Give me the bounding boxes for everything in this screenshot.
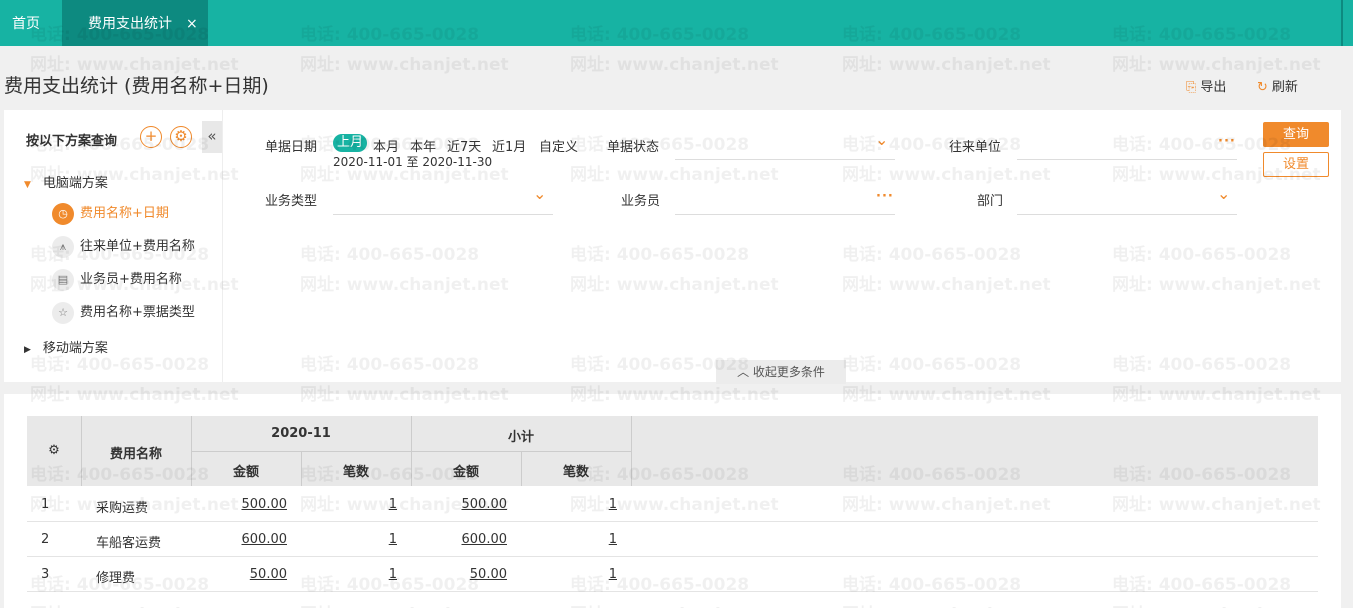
- col-group-subtotal: 小计: [507, 430, 534, 445]
- col-group-month: 2020-11: [271, 426, 331, 441]
- partner-label: 往来单位: [949, 140, 1002, 155]
- dept-label: 部门: [977, 194, 1004, 209]
- count-link[interactable]: 1: [311, 497, 397, 512]
- watermark-site: 网址: www.chanjet.net: [300, 55, 509, 75]
- scheme-item-salesman-name[interactable]: ▤ 业务员+费用名称: [52, 268, 182, 291]
- tab-bar-end: [1341, 0, 1343, 46]
- tree-group-desktop[interactable]: ▼ 电脑端方案: [24, 172, 108, 191]
- card-icon: ▤: [52, 268, 74, 291]
- star-icon: ☆: [52, 301, 74, 324]
- gear-icon[interactable]: ⚙: [170, 126, 192, 148]
- amount-link[interactable]: 50.00: [201, 567, 287, 582]
- tab-expense-stats[interactable]: 费用支出统计 ×: [62, 0, 208, 46]
- amount-link[interactable]: 50.00: [421, 567, 507, 582]
- caret-right-icon: ▶: [24, 345, 31, 355]
- scheme-item-partner-name[interactable]: ⩚ 往来单位+费用名称: [52, 235, 195, 258]
- count-link[interactable]: 1: [311, 532, 397, 547]
- dept-select[interactable]: [1017, 214, 1237, 215]
- tab-bar: 首页 费用支出统计 ×: [0, 0, 1353, 46]
- chevron-down-icon[interactable]: ⌄: [875, 130, 888, 149]
- count-link[interactable]: 1: [311, 567, 397, 582]
- watermark-site: 网址: www.chanjet.net: [570, 55, 779, 75]
- count-link[interactable]: 1: [531, 532, 617, 547]
- partner-field[interactable]: [1017, 159, 1237, 160]
- date-option-last-1-month[interactable]: 近1月: [492, 136, 526, 155]
- watermark-site: 网址: www.chanjet.net: [1112, 55, 1321, 75]
- chevron-up-icon: ︿: [737, 365, 750, 379]
- date-label: 单据日期: [265, 140, 318, 155]
- export-button[interactable]: ⎘ 导出: [1186, 76, 1226, 95]
- amount-link[interactable]: 500.00: [201, 497, 288, 512]
- sidebar-title: 按以下方案查询: [26, 134, 118, 149]
- settings-button[interactable]: 设置: [1263, 152, 1329, 177]
- refresh-button[interactable]: ↻ 刷新: [1257, 76, 1298, 95]
- scheme-item-name-billtype[interactable]: ☆ 费用名称+票据类型: [52, 301, 195, 324]
- status-select[interactable]: [675, 159, 895, 160]
- col-header-sub-amount[interactable]: 金额: [411, 461, 521, 480]
- close-icon[interactable]: ×: [186, 0, 198, 48]
- scheme-item-name-date[interactable]: ◷ 费用名称+日期: [52, 202, 169, 225]
- tab-home[interactable]: 首页: [0, 0, 62, 46]
- col-header-sub-count[interactable]: 笔数: [521, 461, 631, 480]
- chevron-down-icon[interactable]: ⌄: [1217, 184, 1230, 203]
- page-title: 费用支出统计 (费用名称+日期): [4, 75, 269, 97]
- export-icon: ⎘: [1186, 80, 1197, 95]
- biz-type-select[interactable]: [333, 214, 553, 215]
- salesman-field[interactable]: [675, 214, 895, 215]
- amount-link[interactable]: 500.00: [421, 497, 508, 512]
- collapse-conditions-button[interactable]: ︿ 收起更多条件: [716, 360, 846, 384]
- date-option-last-month[interactable]: 上月: [333, 134, 368, 152]
- more-dots-icon[interactable]: ···: [1218, 134, 1236, 149]
- col-header-count[interactable]: 笔数: [301, 461, 411, 480]
- col-header-name[interactable]: 费用名称: [81, 443, 191, 462]
- amount-link[interactable]: 600.00: [201, 532, 288, 547]
- date-option-custom[interactable]: 自定义: [539, 136, 578, 155]
- salesman-label: 业务员: [621, 194, 661, 209]
- more-dots-icon[interactable]: ···: [876, 189, 894, 204]
- clock-icon: ◷: [52, 202, 74, 225]
- watermark-site: 网址: www.chanjet.net: [842, 55, 1051, 75]
- chart-icon: ⩚: [52, 235, 74, 258]
- add-scheme-icon[interactable]: +: [140, 126, 162, 148]
- col-header-amount[interactable]: 金额: [191, 461, 301, 480]
- count-link[interactable]: 1: [531, 567, 617, 582]
- caret-down-icon: ▼: [24, 180, 31, 190]
- column-settings-icon[interactable]: ⚙: [27, 443, 81, 458]
- biz-type-label: 业务类型: [265, 194, 318, 209]
- count-link[interactable]: 1: [531, 497, 617, 512]
- refresh-icon: ↻: [1257, 80, 1268, 95]
- tab-label: 费用支出统计: [88, 16, 172, 32]
- date-range-text: 2020-11-01 至 2020-11-30: [333, 155, 493, 169]
- query-button[interactable]: 查询: [1263, 122, 1329, 147]
- status-label: 单据状态: [607, 140, 660, 155]
- collapse-sidebar-icon[interactable]: «: [202, 121, 222, 153]
- chevron-down-icon[interactable]: ⌄: [533, 184, 546, 203]
- tree-group-mobile[interactable]: ▶ 移动端方案: [24, 337, 108, 356]
- amount-link[interactable]: 600.00: [421, 532, 508, 547]
